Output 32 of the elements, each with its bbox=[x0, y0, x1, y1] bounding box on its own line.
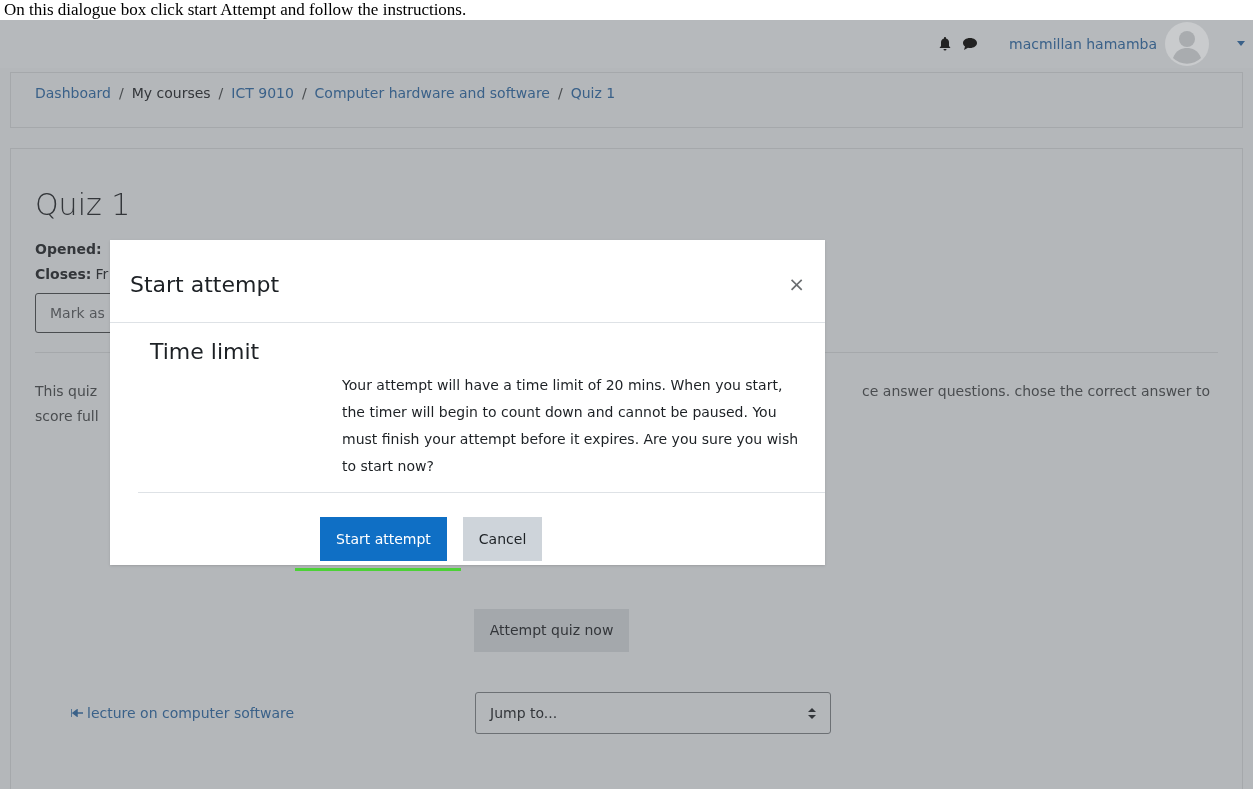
time-limit-message: Your attempt will have a time limit of 20 mins. When you start, the timer will begin to count down and cannot be paused. You must finish your attempt before it expires. Are you sure you wish to start now? bbox=[342, 376, 800, 476]
quiz-title: Quiz 1 bbox=[35, 187, 132, 223]
intro-text: score full bbox=[35, 407, 99, 426]
breadcrumb-link[interactable]: ICT 9010 bbox=[231, 83, 294, 104]
intro-text: ce answer questions. chose the correct answer to bbox=[862, 382, 1210, 401]
close-button[interactable]: × bbox=[788, 274, 805, 294]
breadcrumb-separator: / bbox=[218, 84, 224, 103]
bell-icon[interactable] bbox=[939, 37, 952, 51]
closes-value: Fr bbox=[95, 265, 109, 284]
start-attempt-button[interactable]: Start attempt bbox=[320, 517, 447, 561]
attempt-quiz-button[interactable]: Attempt quiz now bbox=[473, 609, 630, 652]
opened-label: Opened: bbox=[35, 241, 102, 257]
dialog-title: Start attempt bbox=[130, 270, 280, 299]
breadcrumb-separator: / bbox=[301, 84, 307, 103]
caret-icon[interactable] bbox=[1237, 41, 1245, 47]
breadcrumb-link[interactable]: Computer hardware and software bbox=[314, 83, 550, 104]
breadcrumb-item: My courses bbox=[131, 84, 211, 103]
breadcrumb-separator: / bbox=[118, 84, 124, 103]
previous-activity-link[interactable]: lecture on computer software bbox=[71, 702, 475, 724]
breadcrumb-link[interactable]: Quiz 1 bbox=[570, 83, 616, 104]
user-name-link[interactable]: macmillan hamamba bbox=[1009, 33, 1157, 55]
cancel-button[interactable]: Cancel bbox=[462, 517, 543, 561]
caption-text: On this dialogue box click start Attempt and follow the instructions. bbox=[3, 0, 467, 20]
closes-label: Closes: bbox=[35, 265, 92, 284]
arrow-icon bbox=[71, 709, 83, 717]
breadcrumb-link[interactable]: Dashboard bbox=[35, 83, 111, 104]
jump-to-select[interactable]: Jump to... bbox=[475, 692, 831, 734]
section-heading: Time limit bbox=[150, 339, 260, 364]
sort-caret-icon bbox=[808, 707, 816, 719]
chat-icon[interactable] bbox=[963, 38, 978, 50]
breadcrumb-separator: / bbox=[557, 84, 563, 103]
intro-text: This quiz bbox=[35, 382, 99, 401]
